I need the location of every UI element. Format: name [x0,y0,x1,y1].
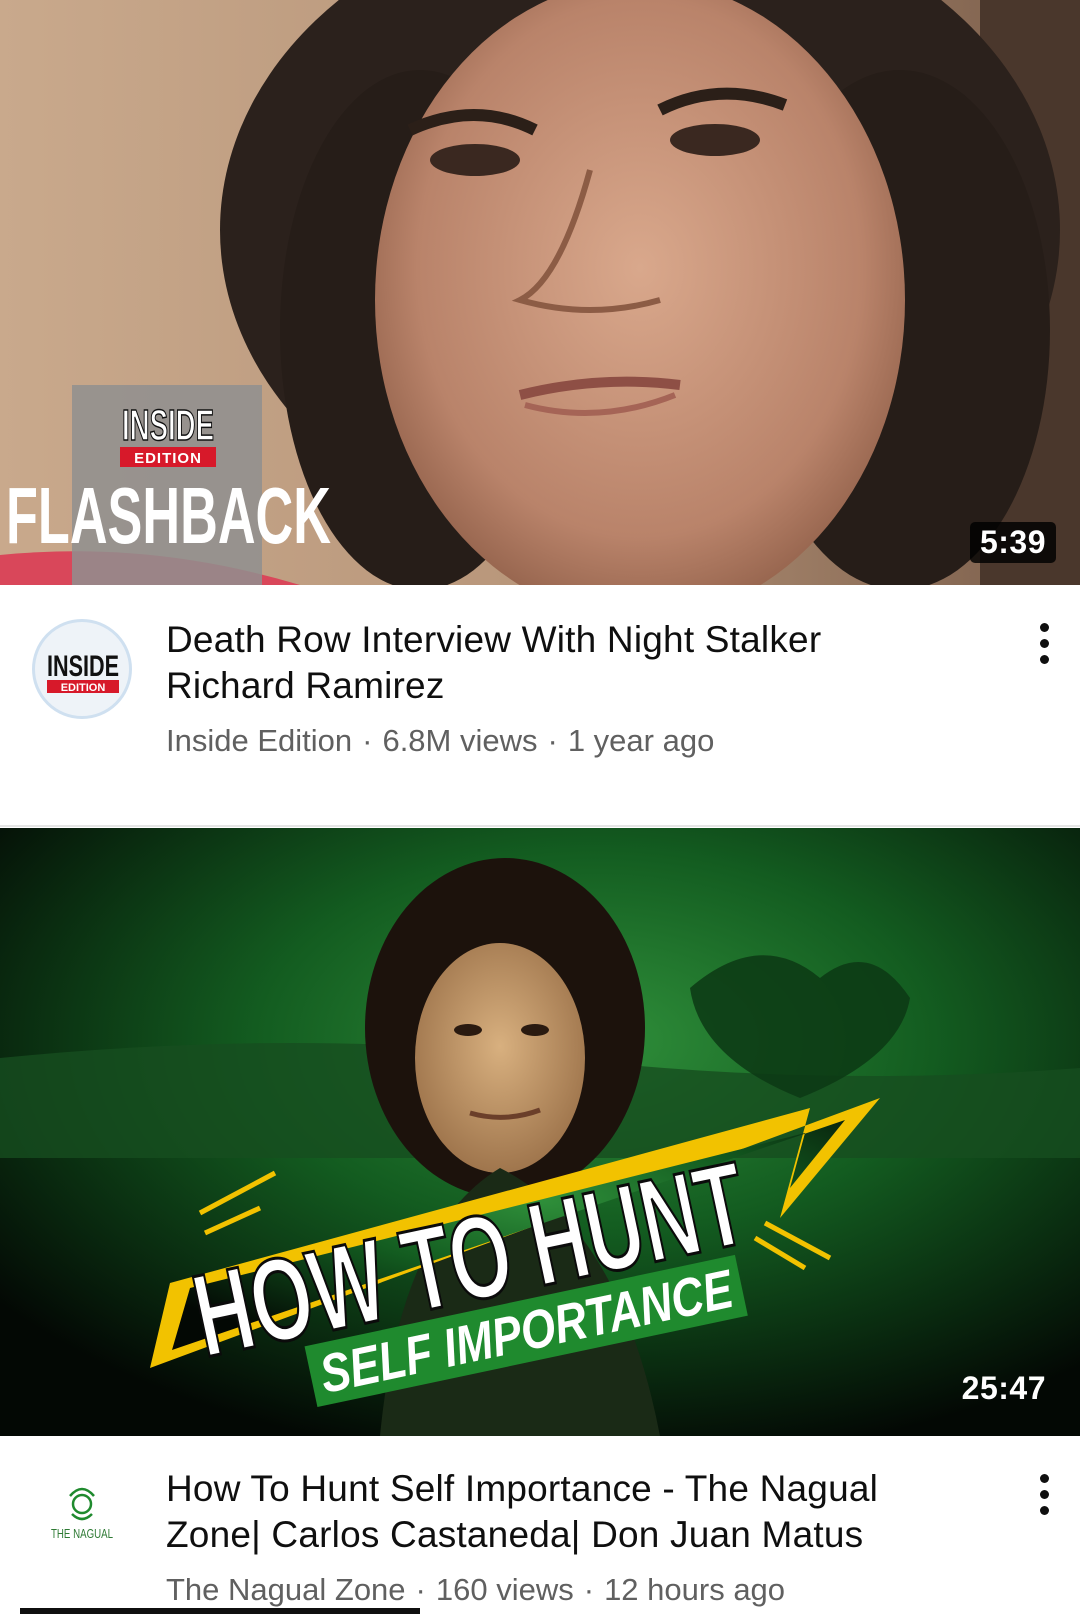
more-vert-icon[interactable] [1024,613,1064,673]
navigation-handle [20,1608,420,1614]
channel-name[interactable]: The Nagual Zone [166,1572,406,1607]
thumbnail-image: INSIDE EDITION FLASHBACK [0,0,1080,585]
video-title[interactable]: Death Row Interview With Night Stalker R… [166,617,956,709]
separator: · [362,723,373,758]
avatar-brand: THE NAGUAL [51,1526,113,1541]
channel-avatar[interactable]: INSIDE EDITION [32,619,132,719]
view-count: 160 views [435,1572,574,1607]
view-count: 6.8M views [382,723,538,758]
video-metadata: The Nagual Zone · 160 views · 12 hours ago [166,1570,986,1610]
channel-avatar[interactable]: THE NAGUAL [32,1470,132,1570]
more-vert-icon[interactable] [1024,1464,1064,1524]
thumbnail-image: HOW TO HUNT SELF IMPORTANCE [0,828,1080,1436]
channel-name[interactable]: Inside Edition [166,723,352,758]
overlay-headline: FLASHBACK [6,471,331,560]
video-title-line: How To Hunt Self Importance - The Nagual [166,1468,879,1509]
avatar-brand-sub: EDITION [61,682,106,694]
overlay-brand-top: INSIDE [122,401,214,450]
upload-age: 12 hours ago [604,1572,786,1607]
separator: · [415,1572,426,1607]
video-thumbnail[interactable]: INSIDE EDITION FLASHBACK 5:39 [0,0,1080,585]
video-title[interactable]: How To Hunt Self Importance - The Nagual… [166,1466,956,1558]
video-title-line: Richard Ramirez [166,665,445,706]
separator: · [583,1572,595,1607]
video-meta: THE NAGUAL How To Hunt Self Importance -… [0,1436,1080,1614]
video-title-line: Zone| Carlos Castaneda| Don Juan Matus [166,1514,864,1555]
overlay-brand-sub: EDITION [134,450,202,467]
video-thumbnail[interactable]: HOW TO HUNT SELF IMPORTANCE 25:47 [0,828,1080,1436]
upload-age: 1 year ago [567,723,715,758]
avatar-brand-top: INSIDE [47,650,119,683]
feed-divider [0,825,1080,827]
video-duration: 5:39 [969,522,1056,563]
video-feed: INSIDE EDITION FLASHBACK 5:39 INSIDE EDI… [0,0,1080,1614]
video-title-line: Death Row Interview With Night Stalker [166,619,822,660]
separator: · [547,723,558,758]
inside-edition-logo: INSIDE EDITION [47,650,119,694]
video-duration: 25:47 [961,1370,1046,1406]
video-meta: INSIDE EDITION Death Row Interview With … [0,585,1080,825]
video-metadata: Inside Edition · 6.8M views · 1 year ago [166,721,986,761]
nagual-zone-logo: THE NAGUAL [51,1487,113,1541]
